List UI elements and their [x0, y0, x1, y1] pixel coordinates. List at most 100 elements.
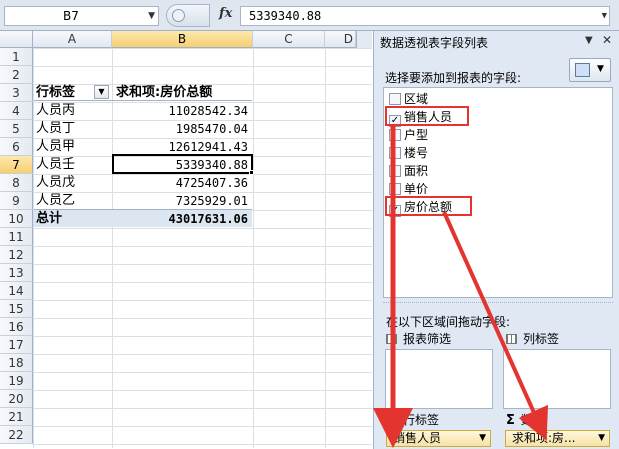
grid-line	[325, 48, 326, 448]
row-header[interactable]: 19	[0, 372, 33, 390]
field-checkbox[interactable]	[389, 165, 401, 177]
column-labels-icon	[506, 334, 517, 344]
field-item-building[interactable]: 楼号	[389, 144, 428, 162]
select-all-corner[interactable]	[0, 31, 33, 48]
row-field-dropdown-icon[interactable]: ▼	[479, 431, 486, 446]
row-header[interactable]: 9	[0, 192, 33, 210]
row-header[interactable]: 13	[0, 264, 33, 282]
pivot-filter-dropdown-icon[interactable]: ▼	[94, 85, 109, 99]
pivot-item-name[interactable]: 人员丁	[36, 120, 112, 138]
insert-function-icon[interactable]: fx	[219, 6, 232, 21]
name-box-value: B7	[63, 9, 79, 23]
pivot-item-name[interactable]: 人员壬	[36, 156, 112, 174]
field-checkbox[interactable]	[389, 93, 401, 105]
field-label: 楼号	[404, 146, 429, 160]
pane-options-dropdown-icon[interactable]: ▼	[585, 35, 593, 46]
field-layout-button[interactable]: ▼	[569, 58, 611, 82]
field-checkbox[interactable]	[389, 183, 401, 195]
pivot-item-name[interactable]: 人员丙	[36, 102, 112, 120]
layout-icon	[575, 63, 590, 77]
name-box-dropdown-icon[interactable]: ▼	[148, 7, 155, 25]
column-header-b[interactable]: B	[112, 31, 253, 48]
row-field-pill[interactable]: 销售人员 ▼	[386, 430, 491, 447]
excel-window: B7 ▼ fx 5339340.88 ▼ A B C D 1 2 3 4 5 6…	[0, 0, 619, 449]
pivot-total-value[interactable]: 43017631.06	[112, 210, 252, 228]
column-labels-label: 列标签	[523, 332, 560, 346]
sheet-scroll-stub	[356, 31, 372, 48]
column-labels-drop-zone[interactable]	[503, 349, 611, 409]
field-item-area[interactable]: 面积	[389, 162, 428, 180]
row-header[interactable]: 10	[0, 210, 33, 228]
row-header[interactable]: 14	[0, 282, 33, 300]
sigma-icon: Σ	[506, 413, 515, 428]
value-field-label: 求和项:房...	[512, 431, 576, 445]
row-field-label: 销售人员	[393, 431, 442, 445]
layout-dropdown-icon: ▼	[597, 64, 604, 74]
values-label: 数值	[520, 413, 545, 427]
pivot-item-value[interactable]: 4725407.36	[112, 174, 252, 192]
column-header-c[interactable]: C	[253, 31, 325, 48]
values-title: Σ 数值	[506, 411, 545, 428]
active-cell-b7[interactable]	[112, 154, 253, 174]
row-header[interactable]: 3	[0, 84, 33, 102]
row-header[interactable]: 16	[0, 318, 33, 336]
row-header[interactable]: 11	[0, 228, 33, 246]
row-header[interactable]: 2	[0, 66, 33, 84]
pivot-item-value[interactable]: 11028542.34	[112, 102, 252, 120]
pivot-field-list-pane: 数据透视表字段列表 ▼ ✕ 选择要添加到报表的字段: ▼ 区域 ✓ 销售人员 户型…	[373, 31, 619, 449]
pivot-item-name[interactable]: 人员乙	[36, 192, 112, 210]
row-header[interactable]: 15	[0, 300, 33, 318]
field-list: 区域 ✓ 销售人员 户型 楼号 面积 单价 ✓ 房价总额	[383, 87, 613, 298]
row-labels-title: 行标签	[386, 411, 439, 428]
pivot-item-value[interactable]: 7325929.01	[112, 192, 252, 210]
row-header[interactable]: 20	[0, 390, 33, 408]
row-header[interactable]: 18	[0, 354, 33, 372]
row-header[interactable]: 8	[0, 174, 33, 192]
pane-splitter[interactable]	[383, 302, 613, 305]
value-field-pill[interactable]: 求和项:房... ▼	[505, 430, 610, 447]
pivot-item-name[interactable]: 人员甲	[36, 138, 112, 156]
pivot-item-name[interactable]: 人员戊	[36, 174, 112, 192]
field-checkbox[interactable]	[389, 129, 401, 141]
field-label: 户型	[404, 128, 429, 142]
row-header[interactable]: 22	[0, 426, 33, 444]
row-header[interactable]: 5	[0, 120, 33, 138]
formula-bar-handle[interactable]	[166, 4, 210, 27]
row-labels-label: 行标签	[403, 413, 440, 427]
formula-input[interactable]: 5339340.88 ▼	[240, 6, 610, 26]
drag-fields-label: 在以下区域间拖动字段:	[386, 315, 511, 329]
highlight-box-salesperson	[385, 106, 469, 126]
name-box[interactable]: B7 ▼	[4, 6, 159, 26]
pane-title: 数据透视表字段列表	[380, 36, 489, 50]
row-header[interactable]: 6	[0, 138, 33, 156]
pane-close-icon[interactable]: ✕	[602, 33, 612, 47]
pivot-total-label[interactable]: 总计	[36, 210, 112, 228]
field-item-unit-type[interactable]: 户型	[389, 126, 428, 144]
row-header[interactable]: 12	[0, 246, 33, 264]
report-filter-drop-zone[interactable]	[385, 349, 493, 409]
row-header[interactable]: 7	[0, 156, 33, 174]
formula-expand-icon[interactable]: ▼	[602, 7, 607, 25]
column-labels-title: 列标签	[506, 330, 559, 347]
pivot-value-header[interactable]: 求和项:房价总额	[112, 84, 252, 102]
column-header-a[interactable]: A	[33, 31, 112, 48]
filter-icon	[386, 334, 397, 344]
row-labels-icon	[386, 415, 397, 425]
grid-line	[253, 48, 254, 448]
worksheet: A B C D 1 2 3 4 5 6 7 8 9 10 11 12 13 14…	[0, 31, 372, 449]
field-label: 单价	[404, 182, 429, 196]
value-field-dropdown-icon[interactable]: ▼	[598, 431, 605, 446]
formula-value: 5339340.88	[249, 9, 322, 23]
highlight-box-total-price	[385, 196, 472, 216]
report-filter-label: 报表筛选	[403, 332, 452, 346]
pivot-item-value[interactable]: 1985470.04	[112, 120, 252, 138]
row-header[interactable]: 17	[0, 336, 33, 354]
fill-handle[interactable]	[249, 170, 254, 175]
field-checkbox[interactable]	[389, 147, 401, 159]
field-label: 区域	[404, 92, 429, 106]
column-header-d[interactable]: D	[325, 31, 356, 48]
row-header[interactable]: 21	[0, 408, 33, 426]
row-header[interactable]: 1	[0, 48, 33, 66]
field-label: 面积	[404, 164, 429, 178]
row-header[interactable]: 4	[0, 102, 33, 120]
